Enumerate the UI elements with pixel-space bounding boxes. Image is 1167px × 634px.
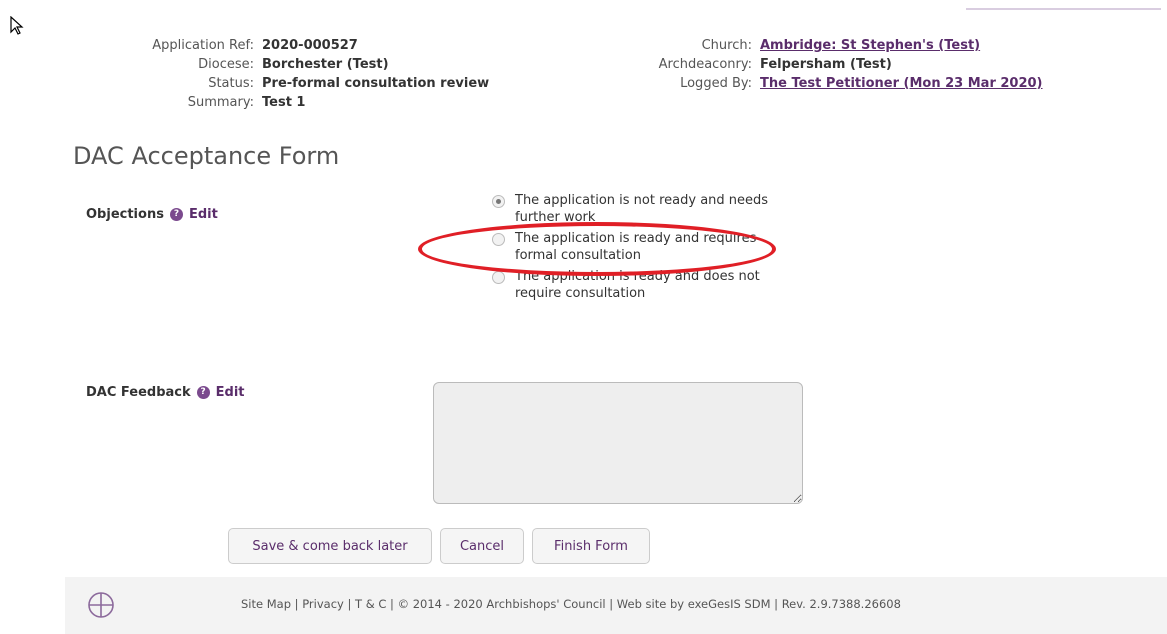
application-details-left: Application Ref: 2020-000527 Diocese: Bo…: [90, 36, 489, 112]
detail-label: Archdeaconry:: [658, 57, 752, 72]
detail-label: Church:: [701, 38, 752, 53]
objections-field-label: Objections ? Edit: [86, 207, 218, 222]
mouse-cursor-icon: [10, 16, 24, 35]
site-map-link[interactable]: Site Map: [241, 597, 291, 611]
help-icon[interactable]: ?: [169, 208, 183, 221]
detail-value: Test 1: [262, 95, 306, 110]
feedback-label: DAC Feedback: [86, 385, 191, 400]
detail-row-logged-by: Logged By: The Test Petitioner (Mon 23 M…: [580, 74, 1043, 93]
revision-text: Rev. 2.9.7388.26608: [781, 597, 901, 611]
detail-row-archdeaconry: Archdeaconry: Felpersham (Test): [580, 55, 1043, 74]
church-of-england-logo-icon: [88, 592, 114, 618]
copyright-text: © 2014 - 2020 Archbishops' Council: [397, 597, 606, 611]
help-icon[interactable]: ?: [196, 386, 210, 399]
detail-row-application-ref: Application Ref: 2020-000527: [90, 36, 489, 55]
footer: Site Map | Privacy | T & C | © 2014 - 20…: [65, 577, 1167, 634]
page-title: DAC Acceptance Form: [73, 142, 340, 170]
detail-row-church: Church: Ambridge: St Stephen's (Test): [580, 36, 1043, 55]
detail-row-status: Status: Pre-formal consultation review: [90, 74, 489, 93]
detail-row-summary: Summary: Test 1: [90, 93, 489, 112]
dac-feedback-textarea[interactable]: [433, 382, 803, 504]
detail-label: Summary:: [187, 95, 254, 110]
clipped-header: [0, 0, 1167, 12]
header-divider: [966, 8, 1161, 10]
terms-link[interactable]: T & C: [355, 597, 386, 611]
footer-links: Site Map | Privacy | T & C | © 2014 - 20…: [241, 597, 901, 611]
save-and-come-back-button[interactable]: Save & come back later: [228, 528, 432, 564]
cancel-button[interactable]: Cancel: [440, 528, 524, 564]
objections-edit-link[interactable]: Edit: [189, 207, 218, 222]
detail-row-diocese: Diocese: Borchester (Test): [90, 55, 489, 74]
feedback-edit-link[interactable]: Edit: [216, 385, 245, 400]
radio-option-no-consultation[interactable]: The application is ready and does not re…: [492, 268, 792, 302]
radio-button[interactable]: [492, 233, 505, 246]
detail-label: Diocese:: [198, 57, 254, 72]
radio-option-label: The application is ready and does not re…: [515, 269, 760, 301]
application-details-right: Church: Ambridge: St Stephen's (Test) Ar…: [580, 36, 1043, 93]
detail-value: Felpersham (Test): [760, 57, 892, 72]
website-credit-link[interactable]: Web site by exeGesIS SDM: [617, 597, 771, 611]
radio-option-label: The application is ready and requires fo…: [515, 231, 757, 263]
radio-button-checked[interactable]: [492, 195, 505, 208]
feedback-field-label: DAC Feedback ? Edit: [86, 385, 245, 400]
radio-option-requires-consultation[interactable]: The application is ready and requires fo…: [492, 230, 792, 264]
detail-label: Status:: [208, 76, 254, 91]
detail-label: Logged By:: [680, 76, 752, 91]
radio-option-not-ready[interactable]: The application is not ready and needs f…: [492, 192, 792, 226]
logged-by-link[interactable]: The Test Petitioner (Mon 23 Mar 2020): [760, 74, 1043, 93]
church-link[interactable]: Ambridge: St Stephen's (Test): [760, 36, 980, 55]
finish-form-button[interactable]: Finish Form: [532, 528, 650, 564]
objections-radio-group: The application is not ready and needs f…: [492, 192, 792, 306]
detail-value: Borchester (Test): [262, 57, 389, 72]
radio-button[interactable]: [492, 271, 505, 284]
detail-value: 2020-000527: [262, 38, 358, 53]
privacy-link[interactable]: Privacy: [302, 597, 344, 611]
detail-value: Pre-formal consultation review: [262, 76, 490, 91]
detail-label: Application Ref:: [152, 38, 254, 53]
objections-label: Objections: [86, 207, 164, 222]
radio-option-label: The application is not ready and needs f…: [515, 193, 769, 225]
